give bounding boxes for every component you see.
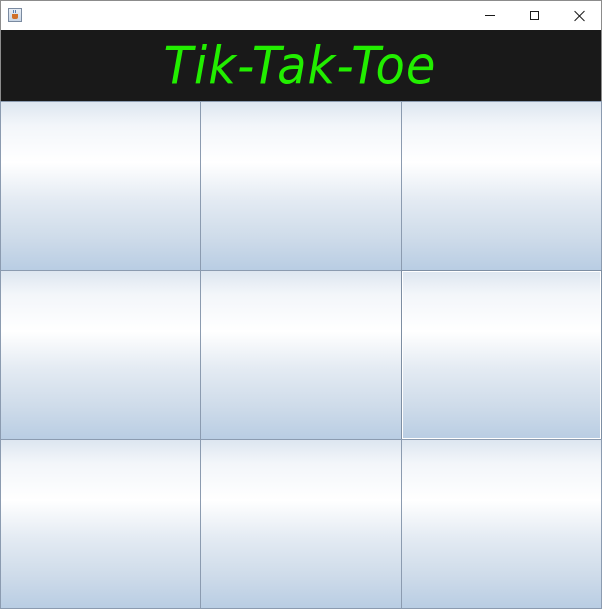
title-banner: Tik-Tak-Toe [1, 30, 601, 102]
minimize-icon [484, 15, 495, 16]
board-cell-5[interactable] [401, 270, 602, 440]
steam-decoration [13, 10, 14, 13]
maximize-button[interactable] [512, 1, 557, 30]
cell-mark [1, 440, 200, 608]
board-cell-0[interactable] [0, 101, 201, 271]
cell-mark [1, 271, 200, 439]
cell-mark [402, 271, 601, 439]
cell-mark [201, 440, 401, 608]
board-cell-8[interactable] [401, 439, 602, 609]
board-cell-4[interactable] [200, 270, 402, 440]
cell-mark [402, 440, 601, 608]
board-cell-2[interactable] [401, 101, 602, 271]
board-cell-6[interactable] [0, 439, 201, 609]
maximize-icon [530, 11, 539, 20]
cell-mark [201, 102, 401, 270]
board-cell-1[interactable] [200, 101, 402, 271]
board-cell-7[interactable] [200, 439, 402, 609]
game-board [0, 101, 602, 609]
cell-mark [1, 102, 200, 270]
game-title: Tik-Tak-Toe [163, 35, 437, 97]
cell-mark [201, 271, 401, 439]
minimize-button[interactable] [467, 1, 512, 30]
java-cup-icon[interactable] [8, 8, 22, 22]
close-button[interactable] [557, 1, 601, 30]
close-icon [574, 10, 586, 22]
board-cell-3[interactable] [0, 270, 201, 440]
cup-decoration [12, 14, 18, 19]
cell-mark [402, 102, 601, 270]
title-bar[interactable] [1, 1, 601, 30]
